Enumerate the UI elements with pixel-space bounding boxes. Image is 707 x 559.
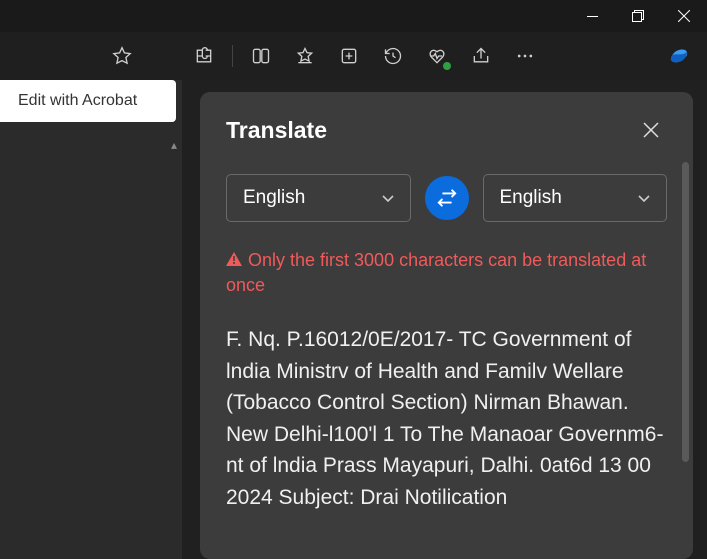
minimize-button[interactable]	[569, 0, 615, 32]
swap-languages-button[interactable]	[425, 176, 469, 220]
to-language-label: English	[500, 187, 562, 209]
source-text[interactable]: F. Nq. P.16012/0E/2017- TC Government of…	[226, 324, 667, 513]
edit-acrobat-button[interactable]: Edit with Acrobat	[0, 80, 176, 122]
character-limit-warning: Only the first 3000 characters can be tr…	[226, 248, 667, 298]
scroll-up-arrow-icon[interactable]: ▴	[171, 138, 177, 152]
browser-toolbar	[0, 32, 707, 80]
warning-triangle-icon	[226, 248, 242, 273]
close-translate-button[interactable]	[635, 114, 667, 146]
language-selector-row: English English	[226, 174, 667, 222]
favorites-list-icon[interactable]	[285, 36, 325, 76]
from-language-label: English	[243, 187, 305, 209]
more-menu-icon[interactable]	[505, 36, 545, 76]
to-language-select[interactable]: English	[483, 174, 668, 222]
maximize-button[interactable]	[615, 0, 661, 32]
history-icon[interactable]	[373, 36, 413, 76]
collections-icon[interactable]	[329, 36, 369, 76]
favorite-star-icon[interactable]	[102, 36, 142, 76]
panel-scrollbar[interactable]	[682, 162, 689, 462]
window-controls	[0, 0, 707, 32]
close-button[interactable]	[661, 0, 707, 32]
split-screen-icon[interactable]	[241, 36, 281, 76]
from-language-select[interactable]: English	[226, 174, 411, 222]
translate-title: Translate	[226, 117, 327, 144]
performance-heart-icon[interactable]	[417, 36, 457, 76]
extensions-icon[interactable]	[184, 36, 224, 76]
chevron-down-icon	[382, 187, 394, 209]
sidebar-scrollbar[interactable]: ▴	[166, 138, 182, 152]
warning-text: Only the first 3000 characters can be tr…	[226, 250, 646, 295]
copilot-icon[interactable]	[663, 40, 695, 72]
chevron-down-icon	[638, 187, 650, 209]
translate-panel: Translate English English	[200, 92, 693, 559]
pdf-sidebar: Edit with Acrobat ▴	[0, 80, 182, 559]
share-icon[interactable]	[461, 36, 501, 76]
